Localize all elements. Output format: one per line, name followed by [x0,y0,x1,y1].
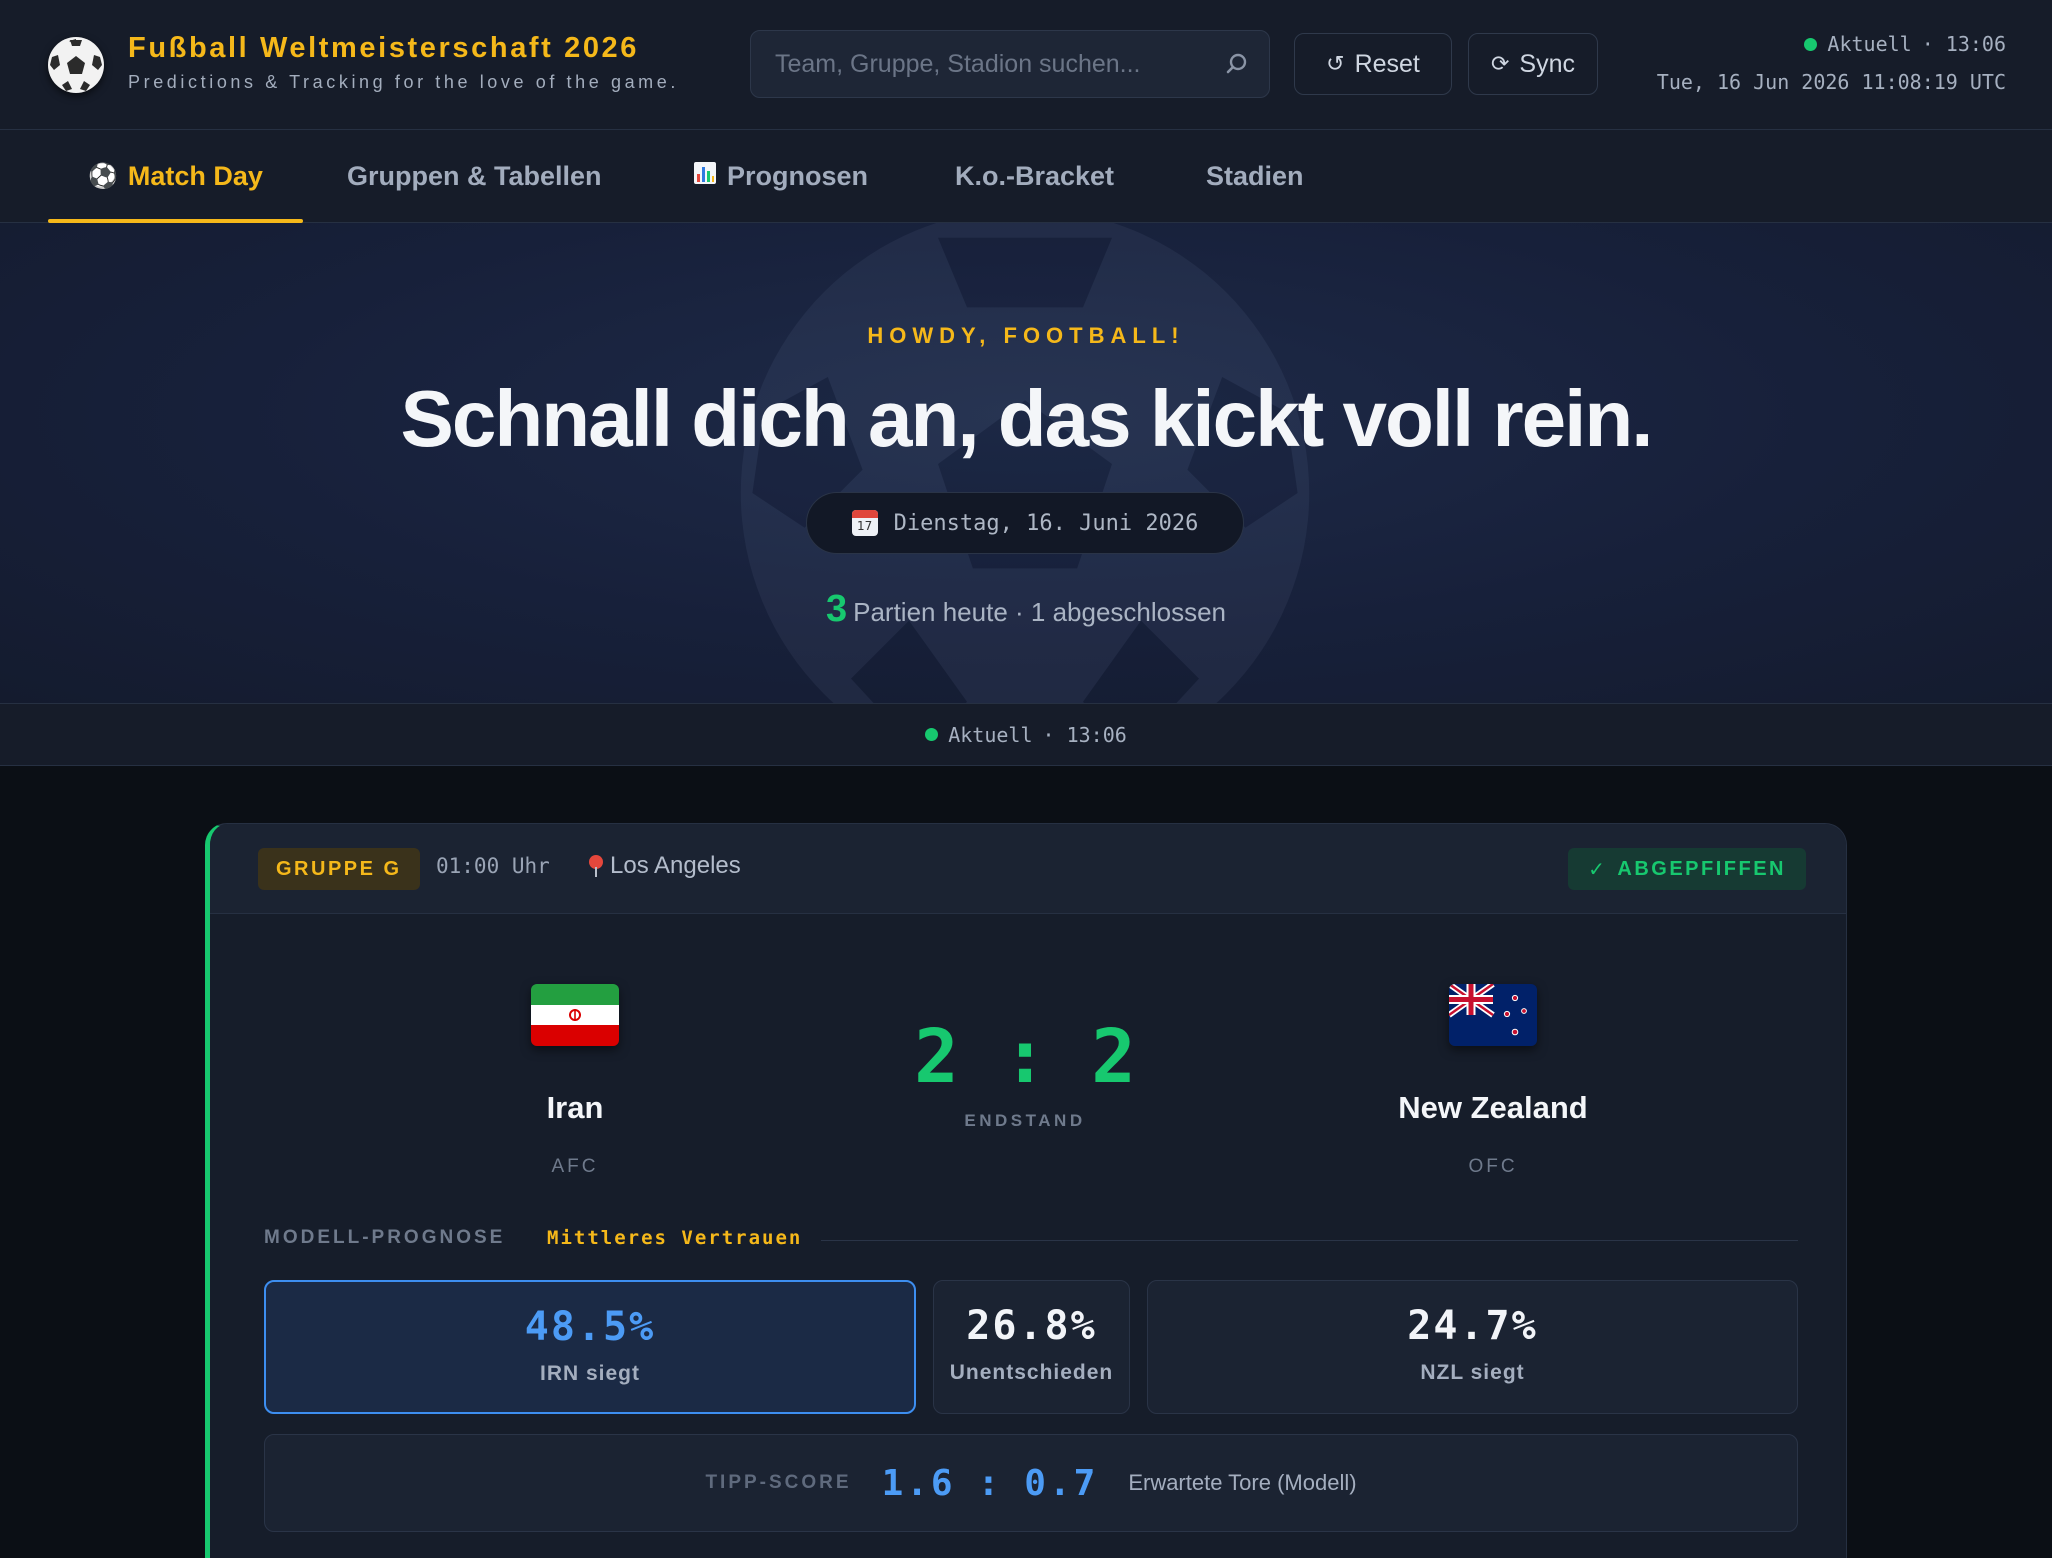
tipp-score-panel: TIPP-SCORE 1.6:0.7 Erwartete Tore (Model… [264,1434,1798,1532]
hero-banner: HOWDY, FOOTBALL! Schnall dich an, das ki… [0,223,2052,703]
bar-chart-icon [693,161,717,192]
status-time: · 13:06 [1921,32,2006,56]
date-pill: 17 Dienstag, 16. Juni 2026 [806,492,1244,554]
band-status-label: Aktuell [948,722,1033,747]
tab-stadien[interactable]: Stadien [1206,130,1304,223]
probability-label: Unentschieden [949,1361,1114,1384]
reset-button[interactable]: ↺ Reset [1294,33,1452,95]
main-nav: ⚽ Match Day Gruppen & Tabellen Prognosen… [0,130,2052,223]
probability-value: 26.8% [966,1303,1097,1349]
calendar-day: 17 [857,519,873,533]
iran-flag-icon [531,984,619,1046]
summary-text: Partien heute · 1 abgeschlossen [853,597,1227,627]
sync-icon: ⟳ [1490,51,1510,76]
calendar-icon: 17 [851,510,878,536]
home-team-confederation: AFC [551,1156,599,1177]
probability-value: 24.7% [1407,1303,1538,1349]
check-icon: ✓ [1588,858,1608,881]
probability-label: IRN siegt [539,1362,640,1385]
reset-icon: ↺ [1326,51,1345,76]
tipp-score-label: TIPP-SCORE [705,1472,852,1493]
venue-name: Los Angeles [610,852,741,879]
status-badge-label: ABGEPFIFFEN [1617,857,1786,880]
tab-label: Match Day [127,161,263,191]
score-label: ENDSTAND [964,1111,1086,1130]
tipp-score-note: Erwartete Tore (Modell) [1128,1470,1357,1495]
probability-label: NZL siegt [1420,1361,1525,1384]
new-zealand-flag-icon [1449,984,1537,1046]
sync-button-label: Sync [1519,49,1576,78]
away-score: 2 [1091,1014,1136,1100]
tipp-away: 0.7 [1024,1462,1099,1504]
tab-match-day[interactable]: ⚽ Match Day [48,130,303,223]
soccer-ball-icon: ⚽ [88,163,118,190]
tab-label: Gruppen & Tabellen [347,161,602,191]
group-badge: GRUPPE G [258,848,420,890]
band-status-time: · 13:06 [1042,722,1127,747]
live-status: Aktuell · 13:06 [1804,32,2006,56]
probability-value: 48.5% [524,1304,656,1350]
current-datetime: Tue, 16 Jun 2026 11:08:19 UTC [1656,70,2006,94]
match-count: 3 [825,588,848,630]
tab-gruppen-tabellen[interactable]: Gruppen & Tabellen [347,130,602,223]
away-team-confederation: OFC [1468,1156,1518,1177]
soccer-ball-logo-icon [48,37,104,93]
venue: Los Angeles [588,852,741,880]
tab-label: Stadien [1206,161,1304,191]
model-forecast-label: MODELL-PROGNOSE [264,1227,506,1248]
model-forecast-header: MODELL-PROGNOSE Mittleres Vertrauen [264,1227,1798,1257]
probability-home-win[interactable]: 48.5% IRN siegt [264,1280,916,1414]
update-status-band: Aktuell · 13:06 [0,703,2052,766]
home-team-name: Iran [546,1090,604,1125]
search-input[interactable] [775,31,1195,97]
tab-label: K.o.-Bracket [955,161,1115,191]
status-dot-icon [1804,37,1818,51]
probability-away-win[interactable]: 24.7% NZL siegt [1147,1280,1798,1414]
final-score: 2:2 [815,1014,1235,1100]
match-card[interactable]: GRUPPE G 01:00 Uhr Los Angeles ✓ ABGEPFI… [205,823,1847,1558]
tab-prognosen[interactable]: Prognosen [693,130,868,223]
reset-button-label: Reset [1354,49,1420,78]
app-title: Fußball Weltmeisterschaft 2026 [128,32,640,64]
top-header: Fußball Weltmeisterschaft 2026 Predictio… [0,0,2052,130]
status-badge: ✓ ABGEPFIFFEN [1568,848,1806,890]
probability-draw[interactable]: 26.8% Unentschieden [933,1280,1130,1414]
match-card-header: GRUPPE G 01:00 Uhr Los Angeles ✓ ABGEPFI… [210,824,1846,914]
away-team-name: New Zealand [1398,1090,1588,1125]
tipp-home: 1.6 [881,1462,956,1504]
tipp-score-value: 1.6:0.7 [882,1463,1099,1504]
search-icon[interactable] [1219,47,1253,81]
matches-summary: 3 Partien heute · 1 abgeschlossen [0,588,2052,631]
home-score: 2 [914,1014,959,1100]
divider [821,1240,1798,1241]
model-confidence: Mittleres Vertrauen [547,1227,803,1249]
location-pin-icon [588,855,604,877]
hero-title: Schnall dich an, das kickt voll rein. [400,374,1654,463]
search-box[interactable] [750,30,1270,98]
hero-kicker: HOWDY, FOOTBALL! [867,323,1185,348]
sync-button[interactable]: ⟳ Sync [1468,33,1598,95]
score-separator: : [1002,1014,1048,1100]
status-dot-icon [925,728,939,741]
kickoff-time: 01:00 Uhr [436,854,550,878]
hero-date: Dienstag, 16. Juni 2026 [893,510,1199,536]
tab-ko-bracket[interactable]: K.o.-Bracket [955,130,1114,223]
away-team[interactable]: New Zealand OFC [1293,984,1693,1178]
status-label: Aktuell [1827,32,1912,56]
tipp-separator: : [977,1462,1003,1504]
app-subtitle: Predictions & Tracking for the love of t… [128,72,679,92]
tab-label: Prognosen [727,161,869,191]
home-team[interactable]: Iran AFC [375,984,775,1178]
